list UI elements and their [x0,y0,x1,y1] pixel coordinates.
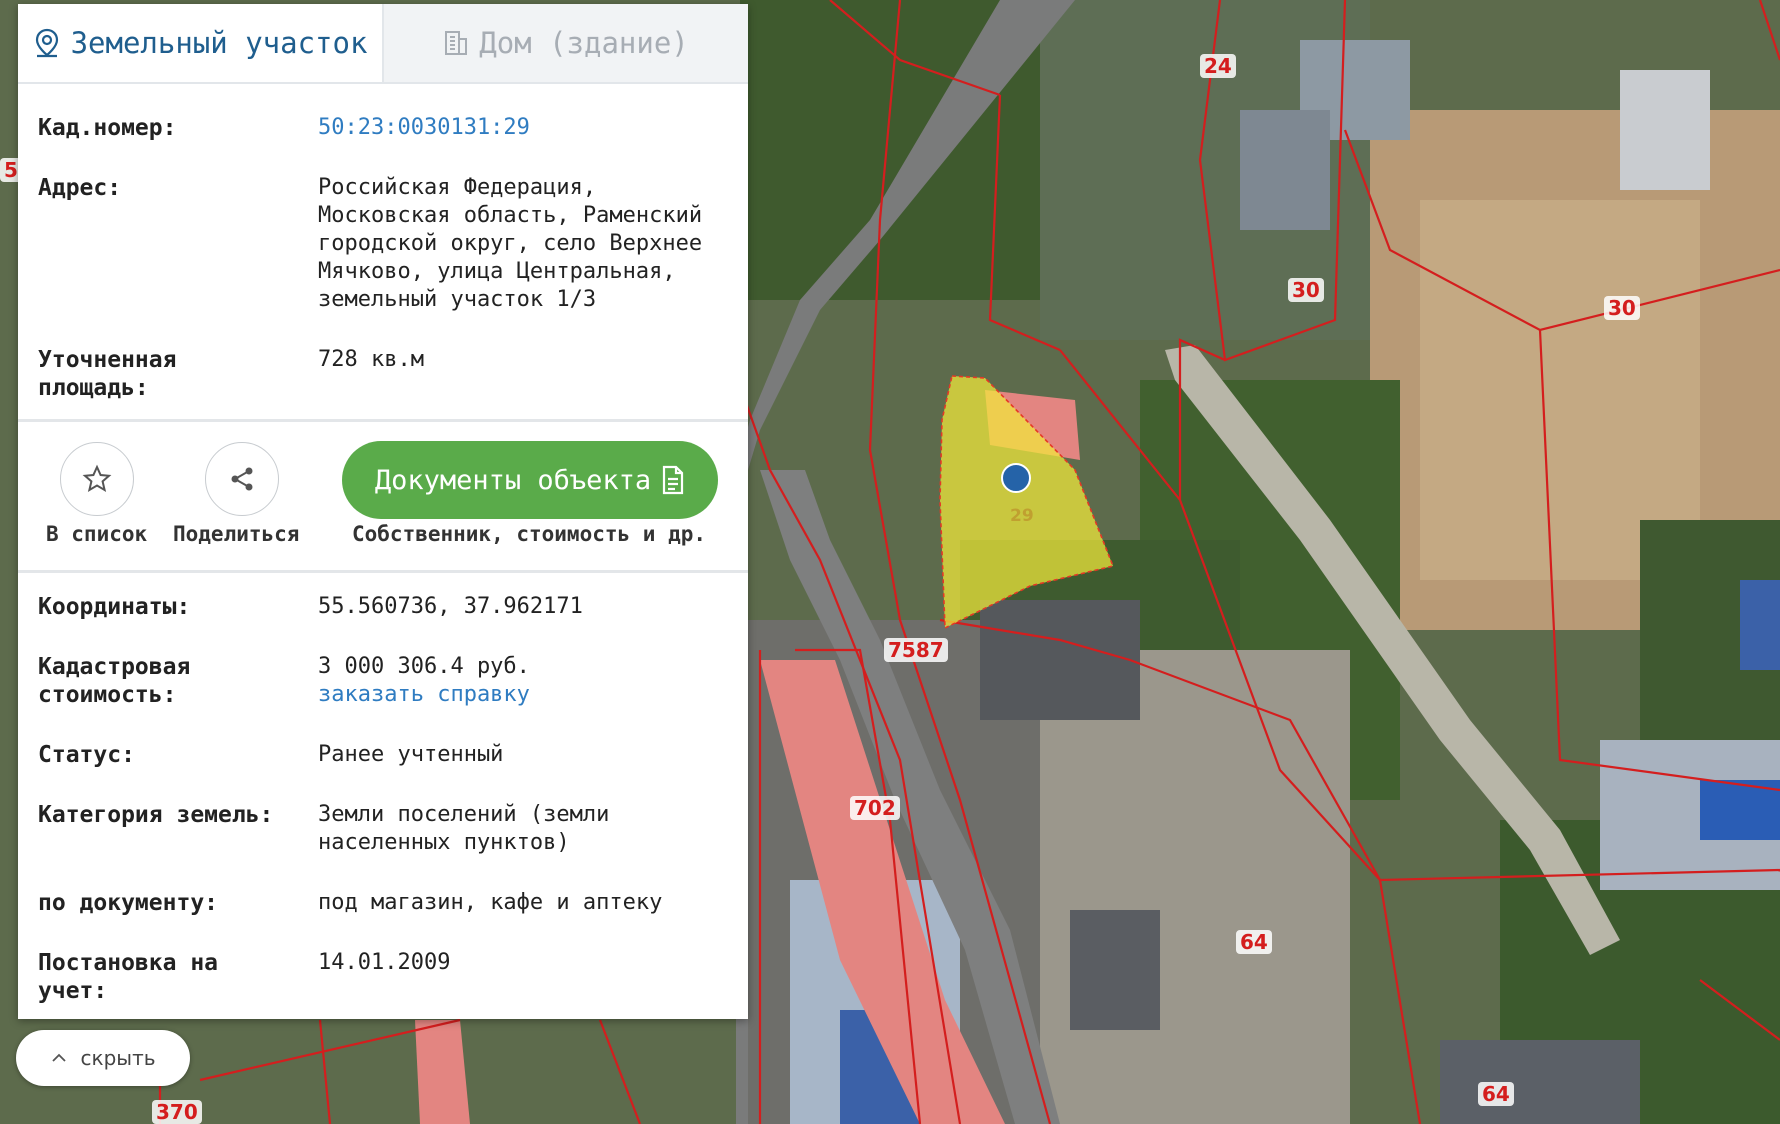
coordinates-row: Координаты: 55.560736, 37.962171 [38,593,728,621]
area-row: Уточненная площадь: 728 кв.м [38,346,728,402]
add-to-list-button[interactable] [60,442,134,516]
address-line: городской округ, село Верхнее [318,231,703,256]
registration-date-value: 14.01.2009 [318,950,451,975]
status-row: Статус: Ранее учтенный [38,741,728,769]
hide-panel-label: скрыть [80,1046,156,1070]
address-row: Адрес: Российская Федерация, Московская … [38,174,728,314]
parcel-label[interactable]: 370 [152,1100,202,1124]
parcel-label-selected: 29 [1010,506,1034,526]
parcel-label[interactable]: 30 [1604,296,1640,320]
star-icon [82,464,112,493]
by-document-row: по документу: под магазин, кафе и аптеку [38,889,728,917]
coordinates-key: Координаты: [38,594,191,620]
divider [18,570,748,573]
tab-bar: Земельный участок Дом (здание) [18,4,748,84]
registration-date-key-line: учет: [38,978,108,1004]
cadastral-cost-row: Кадастровая стоимость: 3 000 306.4 руб. … [38,653,728,709]
tab-land-plot[interactable]: Земельный участок [18,4,382,82]
object-documents-button[interactable]: Документы объекта [342,441,718,519]
by-document-value: под магазин, кафе и аптеку [318,890,663,915]
building-icon [445,31,468,55]
parcel-details: Координаты: 55.560736, 37.962171 Кадастр… [18,593,748,1005]
address-value: Российская Федерация, Московская область… [318,174,728,314]
parcel-label[interactable]: 702 [850,796,900,820]
cadastral-cost-key: Кадастровая стоимость: [38,653,318,709]
address-line: Мячково, улица Центральная, [318,259,676,284]
status-key: Статус: [38,742,135,768]
object-documents-subtitle[interactable]: Собственник, стоимость и др. [352,522,706,546]
registration-date-key: Постановка на учет: [38,949,318,1005]
area-key: Уточненная площадь: [38,346,318,402]
tab-building-label: Дом (здание) [479,26,689,60]
registration-date-key-line: Постановка на [38,950,219,976]
cadastral-cost-value: 3 000 306.4 руб. заказать справку [318,653,728,709]
area-value: 728 кв.м [318,347,424,372]
share-button[interactable] [205,442,279,516]
address-line: Российская Федерация, [318,175,597,200]
cadastral-number-row: Кад.номер: 50:23:0030131:29 [38,114,728,142]
parcel-label[interactable]: 7587 [884,638,948,662]
map-pin-icon [35,28,58,58]
share-icon [231,467,253,491]
parcel-label[interactable]: 24 [1200,54,1236,78]
parcel-label[interactable]: 64 [1478,1082,1514,1106]
area-key-line: Уточненная [38,347,177,373]
address-line: Московская область, Раменский [318,203,703,228]
add-to-list-label[interactable]: В список [46,522,147,546]
land-category-line: Земли поселений (земли [318,802,610,827]
parcel-label[interactable]: 30 [1288,278,1324,302]
location-marker-icon[interactable] [1001,463,1031,493]
hide-panel-button[interactable]: скрыть [16,1030,190,1086]
tab-land-plot-label: Земельный участок [70,26,368,60]
document-icon [663,465,684,495]
order-certificate-link[interactable]: заказать справку [318,682,530,707]
land-category-row: Категория земель: Земли поселений (земли… [38,801,728,857]
cadastral-number-link[interactable]: 50:23:0030131:29 [318,115,530,140]
cadastral-cost-amount: 3 000 306.4 руб. [318,654,530,679]
parcel-label[interactable]: 64 [1236,930,1272,954]
cadastral-number-key: Кад.номер: [38,115,177,141]
status-value: Ранее учтенный [318,742,504,767]
address-key: Адрес: [38,175,122,201]
area-key-line: площадь: [38,375,149,401]
share-label[interactable]: Поделиться [173,522,299,546]
land-category-value: Земли поселений (земли населенных пункто… [318,801,728,857]
tab-building[interactable]: Дом (здание) [382,4,748,82]
cadastral-cost-key-line: Кадастровая [38,654,191,680]
parcel-info-panel: Земельный участок Дом (здание) Кад.номер… [18,4,748,1019]
action-bar: В список Поделиться Документы объекта Со… [18,422,748,570]
coordinates-value: 55.560736, 37.962171 [318,594,583,619]
object-documents-label: Документы объекта [374,464,652,496]
address-line: земельный участок 1/3 [318,287,597,312]
land-category-key: Категория земель: [38,802,274,828]
cadastral-cost-key-line: стоимость: [38,682,177,708]
land-category-line: населенных пунктов) [318,830,570,855]
by-document-key: по документу: [38,890,219,916]
parcel-main-info: Кад.номер: 50:23:0030131:29 Адрес: Росси… [18,114,748,402]
chevron-up-icon [51,1053,66,1062]
registration-date-row: Постановка на учет: 14.01.2009 [38,949,728,1005]
